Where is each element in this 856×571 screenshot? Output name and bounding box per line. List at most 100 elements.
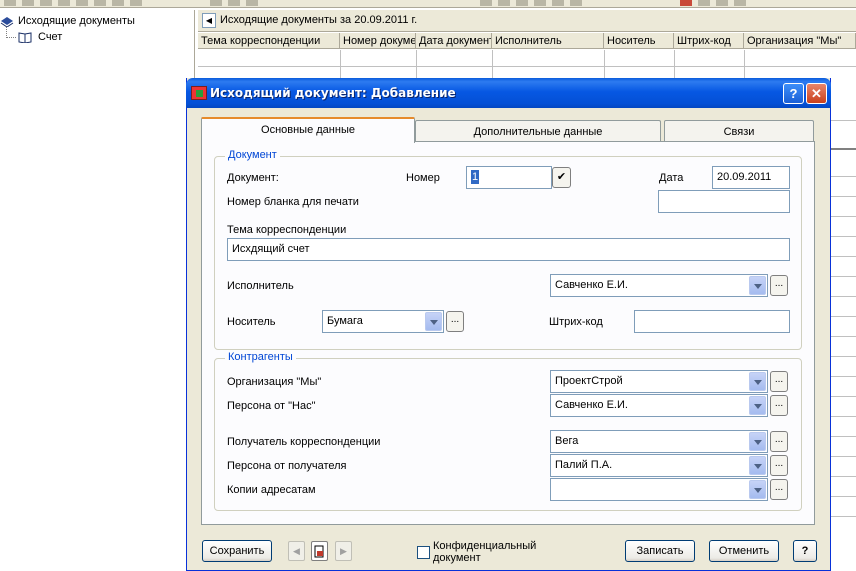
- close-button[interactable]: ✕: [806, 83, 827, 104]
- toolbar-icon[interactable]: [94, 0, 106, 6]
- subject-input[interactable]: Исхдящий счет: [227, 238, 790, 261]
- toolbar-icon[interactable]: [570, 0, 582, 6]
- copies-label: Копии адресатам: [227, 484, 316, 496]
- toolbar-icon[interactable]: [498, 0, 510, 6]
- toolbar-icon[interactable]: [734, 0, 746, 6]
- write-button[interactable]: Записать: [625, 540, 695, 562]
- collapse-arrow-button[interactable]: ◀: [202, 13, 216, 28]
- barcode-label: Штрих-код: [549, 316, 603, 328]
- chevron-down-icon[interactable]: [749, 480, 766, 499]
- toolbar-icon[interactable]: [516, 0, 528, 6]
- confidential-label: Конфиденциальный документ: [433, 540, 537, 564]
- toolbar-icon[interactable]: [228, 0, 240, 6]
- record-doc-button[interactable]: [311, 541, 328, 561]
- chevron-down-icon[interactable]: [749, 372, 766, 391]
- chevron-down-icon[interactable]: [749, 456, 766, 475]
- column-header[interactable]: Исполнитель: [492, 33, 604, 49]
- number-label: Номер: [406, 172, 440, 184]
- tab-main-data[interactable]: Основные данные: [201, 117, 415, 143]
- column-header[interactable]: Штрих-код: [674, 33, 744, 49]
- toolbar-icon[interactable]: [22, 0, 34, 6]
- person-us-combo[interactable]: Савченко Е.И.: [550, 394, 768, 417]
- toolbar-icon[interactable]: [130, 0, 142, 6]
- toolbar-icon[interactable]: [4, 0, 16, 6]
- chevron-right-icon: ▶: [340, 546, 347, 556]
- toolbar-icon[interactable]: [246, 0, 258, 6]
- date-label: Дата: [659, 172, 684, 184]
- copies-browse-button[interactable]: ...: [770, 479, 788, 500]
- blank-number-label: Номер бланка для печати: [227, 196, 359, 208]
- recipient-combo[interactable]: Вега: [550, 430, 768, 453]
- column-header[interactable]: Носитель: [604, 33, 674, 49]
- org-value: ПроектСтрой: [555, 375, 623, 387]
- main-toolbar: [0, 0, 856, 8]
- document-tree: Исходящие документы Счет: [0, 10, 195, 571]
- subject-label: Тема корреспонденции: [227, 224, 347, 236]
- grid-column-headers: Тема корреспонденции Номер докуме Дата д…: [198, 33, 856, 49]
- chevron-down-icon[interactable]: [749, 432, 766, 451]
- check-icon: ✔: [556, 171, 567, 183]
- toolbar-icon[interactable]: [552, 0, 564, 6]
- carrier-combo[interactable]: Бумага: [322, 310, 444, 333]
- recipient-person-combo[interactable]: Палий П.А.: [550, 454, 768, 477]
- person-us-label: Персона от "Нас": [227, 400, 316, 412]
- save-button[interactable]: Сохранить: [202, 540, 272, 562]
- column-header[interactable]: Дата документ: [416, 33, 492, 49]
- toolbar-icon[interactable]: [716, 0, 728, 6]
- recipient-browse-button[interactable]: ...: [770, 431, 788, 452]
- column-header[interactable]: Организация "Мы": [744, 33, 856, 49]
- tree-item-label: Исходящие документы: [18, 15, 135, 27]
- column-header[interactable]: Тема корреспонденции: [198, 33, 340, 49]
- toolbar-icon[interactable]: [40, 0, 52, 6]
- number-input[interactable]: 1: [466, 166, 552, 189]
- org-combo[interactable]: ПроектСтрой: [550, 370, 768, 393]
- help-title-button[interactable]: ?: [783, 83, 804, 104]
- toolbar-icon[interactable]: [112, 0, 124, 6]
- carrier-label: Носитель: [227, 316, 276, 328]
- chevron-down-icon[interactable]: [749, 276, 766, 295]
- contractors-group-title: Контрагенты: [225, 351, 296, 363]
- executor-label: Исполнитель: [227, 280, 294, 292]
- dialog-title: Исходящий документ: Добавление: [210, 86, 456, 100]
- chevron-down-icon[interactable]: [425, 312, 442, 331]
- toolbar-icon[interactable]: [210, 0, 222, 6]
- prev-record-button[interactable]: ◀: [288, 541, 305, 561]
- executor-combo[interactable]: Савченко Е.И.: [550, 274, 768, 297]
- toolbar-icon[interactable]: [58, 0, 70, 6]
- blank-number-input[interactable]: [658, 190, 790, 213]
- toolbar-icon[interactable]: [534, 0, 546, 6]
- document-icon: [314, 545, 324, 558]
- copies-combo[interactable]: [550, 478, 768, 501]
- column-header[interactable]: Номер докуме: [340, 33, 416, 49]
- toolbar-icon[interactable]: [698, 0, 710, 6]
- toolbar-icon[interactable]: [680, 0, 692, 6]
- grid-body[interactable]: [198, 50, 856, 80]
- open-book-icon: [18, 32, 32, 43]
- toolbar-icon[interactable]: [480, 0, 492, 6]
- recipient-value: Вега: [555, 435, 579, 447]
- document-label: Документ:: [227, 172, 279, 184]
- toolbar-icon[interactable]: [76, 0, 88, 6]
- cancel-button[interactable]: Отменить: [709, 540, 779, 562]
- org-browse-button[interactable]: ...: [770, 371, 788, 392]
- confidential-checkbox[interactable]: [417, 546, 430, 559]
- app-icon: [191, 86, 207, 100]
- number-check-button[interactable]: ✔: [552, 167, 571, 188]
- carrier-browse-button[interactable]: ...: [446, 311, 464, 332]
- tree-connector: [6, 27, 16, 38]
- next-record-button[interactable]: ▶: [335, 541, 352, 561]
- grid-title: Исходящие документы за 20.09.2011 г.: [220, 14, 418, 26]
- book-stack-icon: [0, 17, 14, 27]
- chevron-down-icon[interactable]: [749, 396, 766, 415]
- person-us-value: Савченко Е.И.: [555, 399, 628, 411]
- tab-panel-main: Документ Документ: Номер 1 ✔ Дата 20.09.…: [201, 141, 815, 525]
- barcode-input[interactable]: [634, 310, 790, 333]
- date-input[interactable]: 20.09.2011: [712, 166, 790, 189]
- help-button[interactable]: ?: [793, 540, 817, 562]
- recipient-person-browse-button[interactable]: ...: [770, 455, 788, 476]
- org-label: Организация "Мы": [227, 376, 322, 388]
- dialog-titlebar[interactable]: Исходящий документ: Добавление ? ✕: [186, 78, 831, 108]
- document-group-title: Документ: [225, 149, 280, 161]
- executor-browse-button[interactable]: ...: [770, 275, 788, 296]
- person-us-browse-button[interactable]: ...: [770, 395, 788, 416]
